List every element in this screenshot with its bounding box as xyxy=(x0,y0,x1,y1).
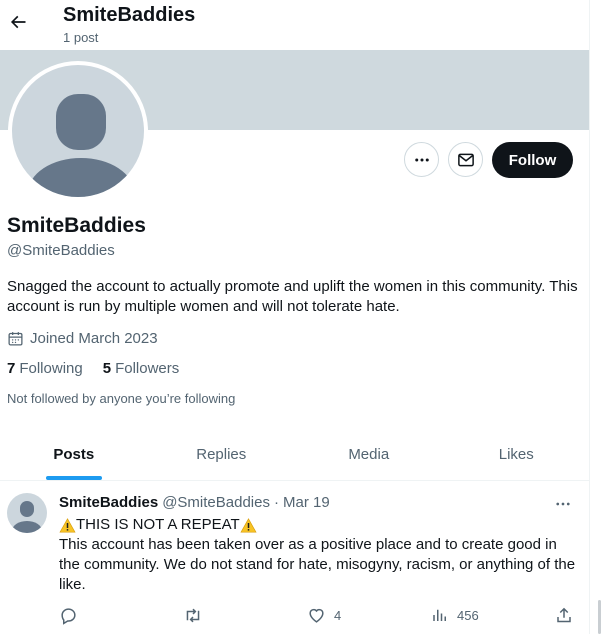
followers-label: Followers xyxy=(115,360,180,377)
tweet-separator: · xyxy=(273,494,279,511)
tab-replies[interactable]: Replies xyxy=(148,428,296,480)
repost-icon xyxy=(186,608,200,623)
profile-tabs: Posts Replies Media Likes xyxy=(0,428,590,481)
following-label: Following xyxy=(19,360,83,377)
reply-icon xyxy=(61,608,76,625)
tab-likes[interactable]: Likes xyxy=(443,428,590,480)
calendar-icon xyxy=(8,332,23,346)
follow-stats: 7 Following 5 Followers xyxy=(7,360,179,377)
tweet-date[interactable]: Mar 19 xyxy=(283,494,330,511)
repost-button[interactable] xyxy=(183,606,203,625)
more-options-button[interactable] xyxy=(404,142,439,177)
following-count: 7 xyxy=(7,360,16,377)
profile-handle: @SmiteBaddies xyxy=(7,242,115,259)
views-button[interactable]: 456 xyxy=(431,606,479,624)
more-dots-icon xyxy=(414,158,429,161)
profile-avatar[interactable] xyxy=(8,61,148,201)
default-avatar-icon xyxy=(12,501,42,533)
profile-bio: Snagged the account to actually promote … xyxy=(7,278,578,315)
envelope-icon xyxy=(457,153,474,166)
like-count: 4 xyxy=(334,608,342,623)
followers-count: 5 xyxy=(102,360,112,377)
tweet-author-handle[interactable]: @SmiteBaddies xyxy=(162,494,270,511)
message-button[interactable] xyxy=(448,142,483,177)
warning-icon xyxy=(59,517,76,532)
following-link[interactable]: 7 Following xyxy=(7,360,83,377)
reply-button[interactable] xyxy=(59,606,78,625)
not-followed-note: Not followed by anyone you’re following xyxy=(7,391,236,406)
profile-name: SmiteBaddies xyxy=(7,214,146,237)
back-button[interactable] xyxy=(6,10,30,34)
top-bar: SmiteBaddies 1 post xyxy=(0,0,589,50)
default-avatar-icon xyxy=(12,65,144,197)
view-count: 456 xyxy=(457,607,479,623)
like-button[interactable]: 4 xyxy=(307,606,341,625)
tweet-headline: THIS IS NOT A REPEAT xyxy=(59,515,257,535)
heart-icon xyxy=(309,608,324,623)
header-title: SmiteBaddies xyxy=(63,4,196,26)
more-dots-icon xyxy=(556,502,570,506)
tweet-header: SmiteBaddies @SmiteBaddies · Mar 19 xyxy=(59,494,330,511)
follow-button[interactable]: Follow xyxy=(492,142,573,178)
tweet-more-button[interactable] xyxy=(552,494,574,514)
tweet-author-name[interactable]: SmiteBaddies xyxy=(59,494,158,511)
header-post-count: 1 post xyxy=(63,30,99,45)
share-icon xyxy=(557,607,571,623)
tweet-headline-text: THIS IS NOT A REPEAT xyxy=(76,516,240,533)
arrow-left-icon xyxy=(10,15,26,29)
share-button[interactable] xyxy=(555,606,573,625)
joined-text: Joined March 2023 xyxy=(30,330,158,347)
tweet-body: This account has been taken over as a po… xyxy=(59,536,576,593)
warning-icon xyxy=(240,517,257,532)
tweet-actions: 4 456 xyxy=(59,606,579,628)
tab-posts[interactable]: Posts xyxy=(0,428,148,480)
tab-media[interactable]: Media xyxy=(295,428,443,480)
tweet-avatar[interactable] xyxy=(7,493,47,533)
joined-date: Joined March 2023 xyxy=(7,330,158,347)
scrollbar[interactable] xyxy=(598,600,601,634)
bar-chart-icon xyxy=(433,609,446,621)
profile-page: SmiteBaddies 1 post Follow SmiteBaddies … xyxy=(0,0,590,634)
followers-link[interactable]: 5 Followers xyxy=(103,360,180,377)
